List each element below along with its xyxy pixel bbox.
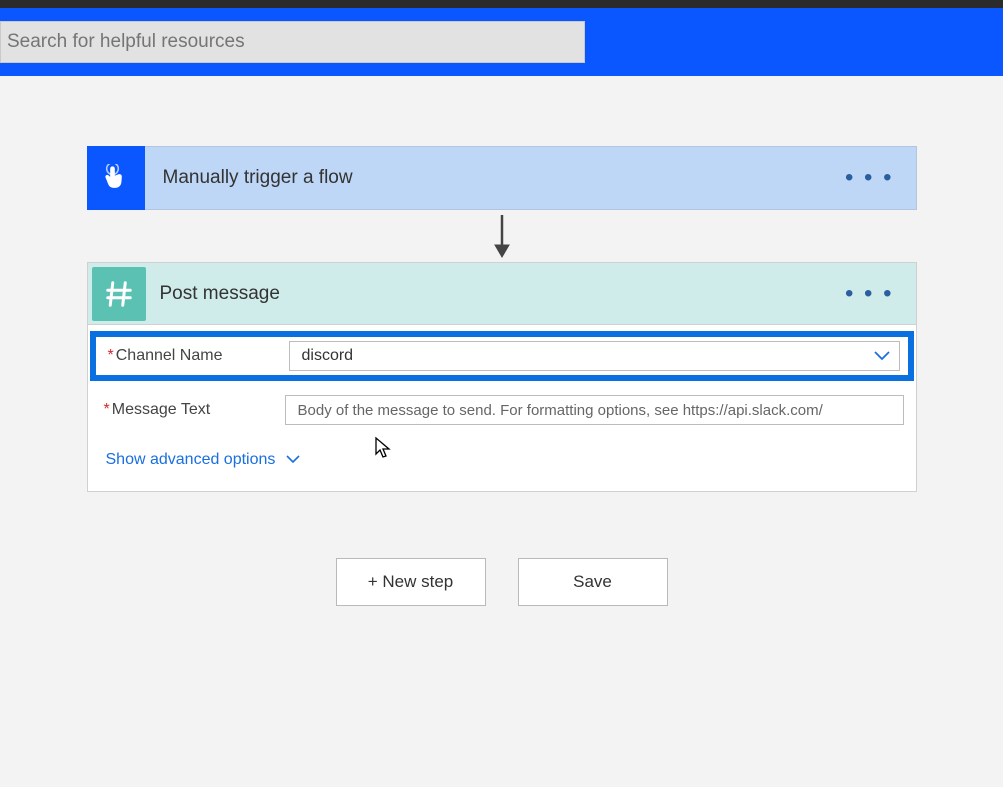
channel-name-row: *Channel Name discord bbox=[90, 331, 914, 381]
trigger-title: Manually trigger a flow bbox=[163, 167, 353, 189]
action-body: *Channel Name discord *Message Text Body… bbox=[88, 325, 916, 491]
bottom-button-row: + New step Save bbox=[336, 558, 668, 606]
action-card: Post message • • • *Channel Name discord… bbox=[87, 262, 917, 492]
flow-canvas: Manually trigger a flow • • • Post messa… bbox=[0, 76, 1003, 606]
channel-name-dropdown[interactable]: discord bbox=[289, 341, 900, 371]
search-input-container[interactable] bbox=[0, 21, 585, 63]
search-input[interactable] bbox=[7, 31, 578, 53]
manual-trigger-icon bbox=[87, 146, 145, 210]
advanced-link-label: Show advanced options bbox=[106, 451, 276, 469]
connector-arrow bbox=[490, 210, 514, 262]
action-header[interactable]: Post message • • • bbox=[88, 263, 916, 325]
action-title: Post message bbox=[160, 283, 280, 305]
window-top-border bbox=[0, 0, 1003, 8]
trigger-card[interactable]: Manually trigger a flow • • • bbox=[87, 146, 917, 210]
save-button[interactable]: Save bbox=[518, 558, 668, 606]
show-advanced-options-link[interactable]: Show advanced options bbox=[100, 433, 904, 471]
message-text-placeholder: Body of the message to send. For formatt… bbox=[298, 402, 823, 419]
top-blue-bar bbox=[0, 8, 1003, 76]
message-text-label: *Message Text bbox=[100, 401, 285, 419]
chevron-down-icon bbox=[285, 451, 301, 469]
channel-name-label: *Channel Name bbox=[104, 347, 289, 365]
channel-name-value: discord bbox=[302, 347, 873, 365]
chevron-down-icon bbox=[873, 346, 891, 367]
message-text-row: *Message Text Body of the message to sen… bbox=[100, 387, 904, 433]
message-text-input[interactable]: Body of the message to send. For formatt… bbox=[285, 395, 904, 425]
slack-hash-icon bbox=[92, 267, 146, 321]
new-step-button[interactable]: + New step bbox=[336, 558, 486, 606]
